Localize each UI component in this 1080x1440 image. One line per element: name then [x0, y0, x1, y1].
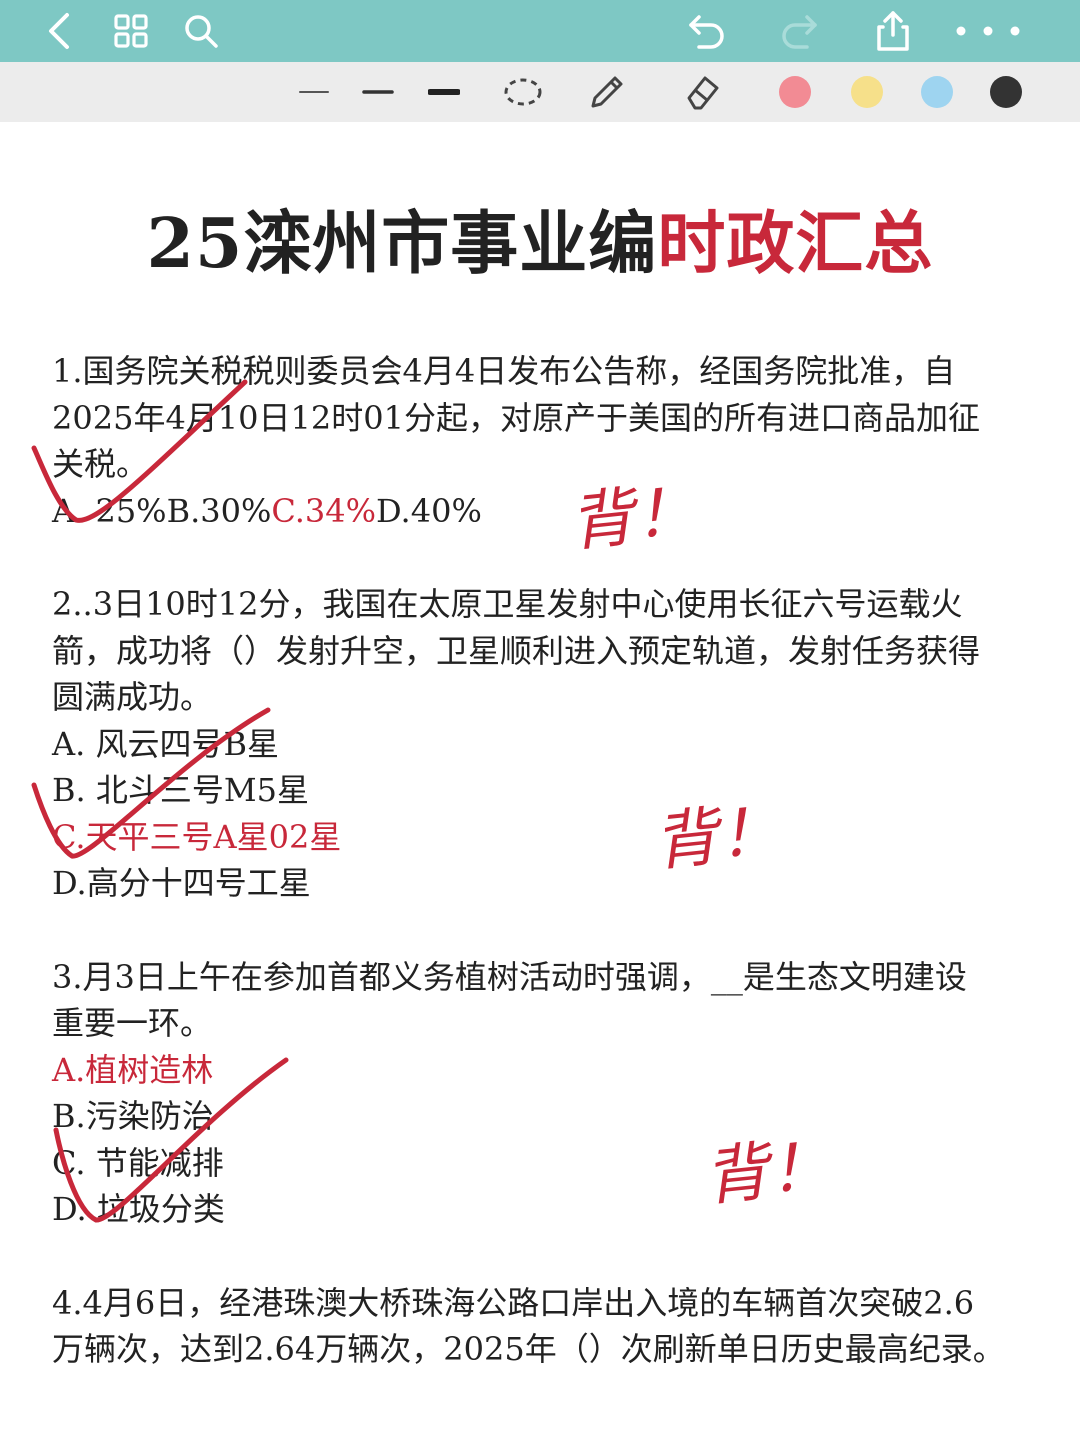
option-a-answer: A.植树造林 — [52, 1050, 214, 1089]
pencil-icon[interactable] — [586, 62, 628, 122]
option-d: D.40% — [376, 491, 482, 530]
question-line: 1.国务院关税税则委员会4月4日发布公告称，经国务院批准，自 — [52, 352, 956, 390]
top-bar — [0, 0, 1080, 62]
title-accent: 时政汇总 — [657, 204, 934, 284]
option-b: B.30% — [166, 491, 272, 530]
page-title: 25滦州市事业编时政汇总 — [0, 188, 1080, 287]
question-line: 2025年4月10日12时01分起，对原产于美国的所有进口商品加征 — [52, 398, 980, 437]
pen-medium-icon[interactable] — [360, 62, 396, 122]
option-a: A. 风云四号B星 — [52, 724, 279, 763]
pen-thin-icon[interactable] — [296, 62, 332, 122]
options-line: A. 25%B.30%C.34%D.40% — [52, 488, 1032, 535]
question-line: 4.4月6日，经港珠澳大桥珠海公路口岸出入境的车辆首次突破2.6 — [52, 1283, 975, 1322]
redo-icon[interactable] — [774, 0, 824, 62]
option-a: A. 25% — [52, 491, 167, 530]
question-line: 3.月3日上午在参加首都义务植树活动时强调，__是生态文明建设 — [52, 957, 967, 996]
option-b: B.污染防治 — [52, 1097, 214, 1135]
search-icon[interactable] — [178, 0, 224, 62]
title-main: 25滦州市事业编 — [146, 204, 658, 284]
option-d: D.高分十四号工星 — [52, 864, 311, 902]
option-c-answer: C.34% — [271, 491, 377, 530]
question-line: 箭，成功将（）发射升空，卫星顺利进入预定轨道，发射任务获得 — [52, 631, 981, 670]
undo-icon[interactable] — [682, 0, 732, 62]
question-line: 2..3日10时12分，我国在太原卫星发射中心使用长征六号运载火 — [52, 585, 963, 623]
question-line: 重要一环。 — [52, 1004, 213, 1042]
option-d: D. 垃圾分类 — [52, 1190, 225, 1228]
lasso-icon[interactable] — [502, 62, 544, 122]
option-c: C. 节能减排 — [52, 1143, 224, 1182]
pen-thick-icon[interactable] — [426, 62, 462, 122]
more-icon[interactable] — [948, 0, 1028, 62]
back-icon[interactable] — [36, 0, 82, 62]
color-swatch-blue[interactable] — [919, 62, 955, 122]
grid-icon[interactable] — [108, 0, 154, 62]
question-3: 3.月3日上午在参加首都义务植树活动时强调，__是生态文明建设 重要一环。 A.… — [52, 954, 1032, 1233]
color-swatch-pink[interactable] — [777, 62, 813, 122]
question-line: 圆满成功。 — [52, 678, 213, 716]
color-swatch-black[interactable] — [988, 62, 1024, 122]
color-swatch-yellow[interactable] — [849, 62, 885, 122]
question-line: 关税。 — [52, 445, 149, 483]
eraser-icon[interactable] — [680, 62, 722, 122]
question-1: 1.国务院关税税则委员会4月4日发布公告称，经国务院批准，自 2025年4月10… — [52, 348, 1032, 534]
document-body: 1.国务院关税税则委员会4月4日发布公告称，经国务院批准，自 2025年4月10… — [52, 348, 1032, 1420]
share-icon[interactable] — [868, 0, 918, 62]
option-b: B. 北斗三号M5星 — [52, 771, 309, 809]
question-2: 2..3日10时12分，我国在太原卫星发射中心使用长征六号运载火 箭，成功将（）… — [52, 581, 1032, 907]
question-4: 4.4月6日，经港珠澳大桥珠海公路口岸出入境的车辆首次突破2.6 万辆次，达到2… — [52, 1280, 1032, 1373]
question-line: 万辆次，达到2.64万辆次，2025年（）次刷新单日历史最高纪录。 — [52, 1330, 1005, 1368]
option-c-answer: C.天平三号A星02星 — [52, 817, 342, 856]
